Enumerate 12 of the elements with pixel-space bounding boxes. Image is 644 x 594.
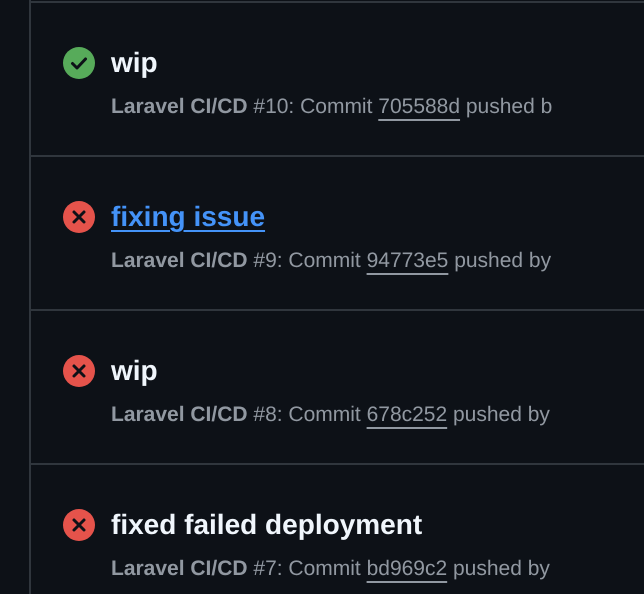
run-description: Laravel CI/CD #9: Commit 94773e5 pushed by [111, 249, 552, 273]
commit-link[interactable]: 94773e5 [366, 249, 448, 272]
run-title-link[interactable]: fixed failed deployment [111, 509, 422, 541]
run-description: Laravel CI/CD #7: Commit bd969c2 pushed by [111, 557, 551, 581]
run-description: Laravel CI/CD #8: Commit 678c252 pushed by [111, 403, 551, 427]
commit-link[interactable]: bd969c2 [366, 557, 448, 580]
run-title-link[interactable]: wip [111, 355, 158, 387]
commit-link[interactable]: 678c252 [366, 403, 448, 426]
run-title-link[interactable]: wip [111, 47, 158, 79]
run-description: Laravel CI/CD #10: Commit 705588d pushed b [111, 95, 554, 119]
commit-link[interactable]: 705588d [378, 95, 460, 118]
run-title-link[interactable]: fixing issue [111, 201, 266, 233]
